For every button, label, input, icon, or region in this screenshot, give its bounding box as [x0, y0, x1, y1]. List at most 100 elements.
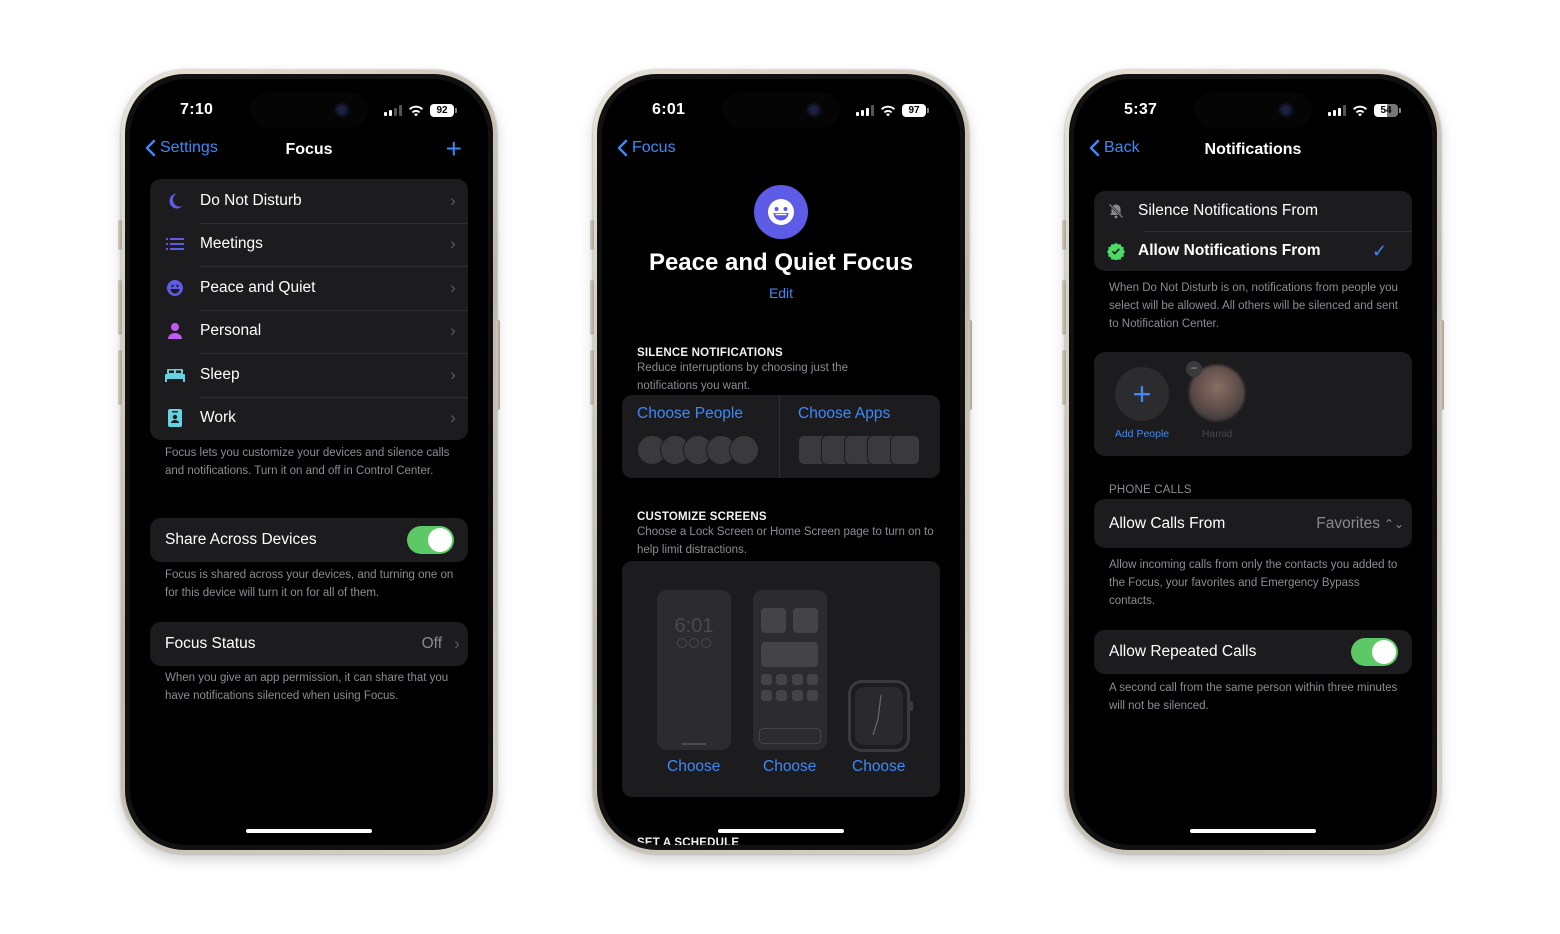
list-icon — [150, 237, 200, 251]
repeated-calls-toggle[interactable] — [1351, 637, 1398, 666]
calls-footnote: Allow incoming calls from only the conta… — [1109, 559, 1398, 607]
bed-icon — [150, 368, 200, 382]
id-badge-icon — [150, 409, 200, 428]
focus-item-peace-and-quiet[interactable]: Peace and Quiet › — [150, 266, 468, 310]
phone-notifications: 5:37 54 Back Notifications Silence Notif… — [1062, 70, 1444, 854]
add-people-label: Add People — [1114, 428, 1170, 440]
silence-notifications-option[interactable]: Silence Notifications From — [1094, 191, 1412, 231]
remove-contact-icon[interactable]: − — [1186, 361, 1202, 377]
people-placeholders — [637, 435, 759, 465]
nav-bar: Focus — [602, 139, 960, 163]
battery-indicator: 92 — [430, 104, 457, 117]
silence-notifications-description: Reduce interruptions by choosing just th… — [637, 362, 848, 392]
battery-indicator: 97 — [902, 104, 929, 117]
focus-item-personal[interactable]: Personal › — [150, 309, 468, 354]
focus-list-footnote: Focus lets you customize your devices an… — [165, 447, 450, 477]
status-bar: 5:37 54 — [1074, 101, 1432, 121]
focus-item-label: Personal — [200, 322, 262, 340]
focus-item-work[interactable]: Work › — [150, 396, 468, 441]
smiley-icon — [150, 279, 200, 297]
chevron-right-icon: › — [450, 364, 456, 384]
chevron-up-down-icon: ⌃⌄ — [1384, 516, 1405, 531]
signal-icon — [856, 105, 874, 116]
signal-icon — [384, 105, 402, 116]
status-time: 6:01 — [652, 101, 686, 118]
focus-status-label: Focus Status — [165, 634, 256, 652]
choose-home-screen-button[interactable]: Choose — [763, 758, 816, 776]
allow-notifications-option[interactable]: Allow Notifications From ✓ — [1094, 231, 1412, 271]
home-indicator[interactable] — [246, 829, 372, 833]
wifi-icon — [881, 105, 895, 116]
customize-screens-heading: CUSTOMIZE SCREENS — [637, 511, 767, 523]
share-across-devices-row: Share Across Devices — [150, 518, 468, 562]
back-button[interactable]: Focus — [616, 139, 676, 157]
focus-item-sleep[interactable]: Sleep › — [150, 353, 468, 397]
focus-item-label: Peace and Quiet — [200, 278, 316, 296]
chevron-right-icon: › — [450, 321, 456, 341]
share-across-devices-toggle[interactable] — [407, 525, 454, 554]
volume-up-button — [590, 280, 594, 335]
allowed-people: + Add People − Hamid — [1094, 352, 1412, 456]
chevron-right-icon: › — [454, 633, 460, 653]
choose-apps-button[interactable]: Choose Apps — [779, 395, 940, 478]
status-bar: 6:01 97 — [602, 101, 960, 121]
signal-icon — [1328, 105, 1346, 116]
contact-name: Hamid — [1201, 428, 1233, 440]
battery-indicator: 54 — [1374, 104, 1401, 117]
focus-item-do-not-disturb[interactable]: Do Not Disturb › — [150, 179, 468, 223]
mode-footnote: When Do Not Disturb is on, notifications… — [1109, 282, 1398, 330]
choose-watch-face-button[interactable]: Choose — [852, 758, 905, 776]
focus-title: Peace and Quiet Focus — [648, 249, 914, 276]
silence-notifications-label: Silence Notifications From — [1138, 202, 1319, 219]
focus-item-label: Work — [200, 409, 236, 427]
watch-face-preview[interactable] — [848, 680, 913, 752]
plus-icon[interactable]: + — [446, 135, 462, 163]
volume-up-button — [1062, 280, 1066, 335]
lock-screen-preview[interactable]: 6:01 — [657, 590, 731, 750]
edit-button[interactable]: Edit — [602, 285, 960, 301]
chevron-right-icon: › — [450, 277, 456, 297]
side-button — [968, 320, 972, 410]
status-time: 7:10 — [180, 101, 214, 118]
customize-screens-description: Choose a Lock Screen or Home Screen page… — [637, 526, 934, 556]
allow-calls-from-value: Favorites — [1316, 514, 1380, 532]
allow-notifications-label: Allow Notifications From — [1138, 242, 1321, 259]
home-screen-preview[interactable] — [753, 590, 827, 750]
volume-up-button — [118, 280, 122, 335]
focus-item-meetings[interactable]: Meetings › — [150, 222, 468, 267]
smiley-icon — [754, 185, 808, 239]
action-button — [1062, 220, 1066, 250]
choose-people-button[interactable]: Choose People — [622, 395, 779, 478]
home-indicator[interactable] — [718, 829, 844, 833]
share-across-devices-group: Share Across Devices — [150, 518, 468, 562]
allow-calls-from-row[interactable]: Allow Calls From Favorites ⌃⌄ — [1094, 499, 1412, 548]
volume-down-button — [590, 350, 594, 405]
home-indicator[interactable] — [1190, 829, 1316, 833]
bell-slash-icon — [1094, 203, 1138, 219]
side-button — [1440, 320, 1444, 410]
allow-calls-group: Allow Calls From Favorites ⌃⌄ — [1094, 499, 1412, 548]
focus-item-label: Meetings — [200, 235, 263, 253]
back-label: Focus — [632, 139, 676, 156]
repeated-calls-footnote: A second call from the same person withi… — [1109, 682, 1398, 712]
focus-item-label: Do Not Disturb — [200, 191, 302, 209]
action-button — [118, 220, 122, 250]
side-button — [496, 320, 500, 410]
checkmark-icon: ✓ — [1372, 240, 1388, 261]
chevron-right-icon: › — [450, 234, 456, 254]
action-button — [590, 220, 594, 250]
moon-icon — [150, 192, 200, 210]
volume-down-button — [1062, 350, 1066, 405]
focus-status-value: Off — [421, 634, 442, 652]
choose-lock-screen-button[interactable]: Choose — [667, 758, 720, 776]
focus-item-label: Sleep — [200, 365, 240, 383]
choose-people-label: Choose People — [637, 405, 743, 422]
screens-picker: 6:01 Choose Choose Choose — [622, 561, 940, 797]
phone-peace-and-quiet: 6:01 97 Focus Peace and Quiet Focus Edit… — [590, 70, 972, 854]
focus-status-row[interactable]: Focus Status Off › — [150, 622, 468, 666]
person-icon — [150, 322, 200, 340]
nav-bar: Settings Focus + — [130, 135, 488, 163]
add-people-button[interactable]: + — [1115, 367, 1169, 421]
checkmark-seal-icon — [1094, 242, 1138, 260]
focus-status-group: Focus Status Off › — [150, 622, 468, 666]
